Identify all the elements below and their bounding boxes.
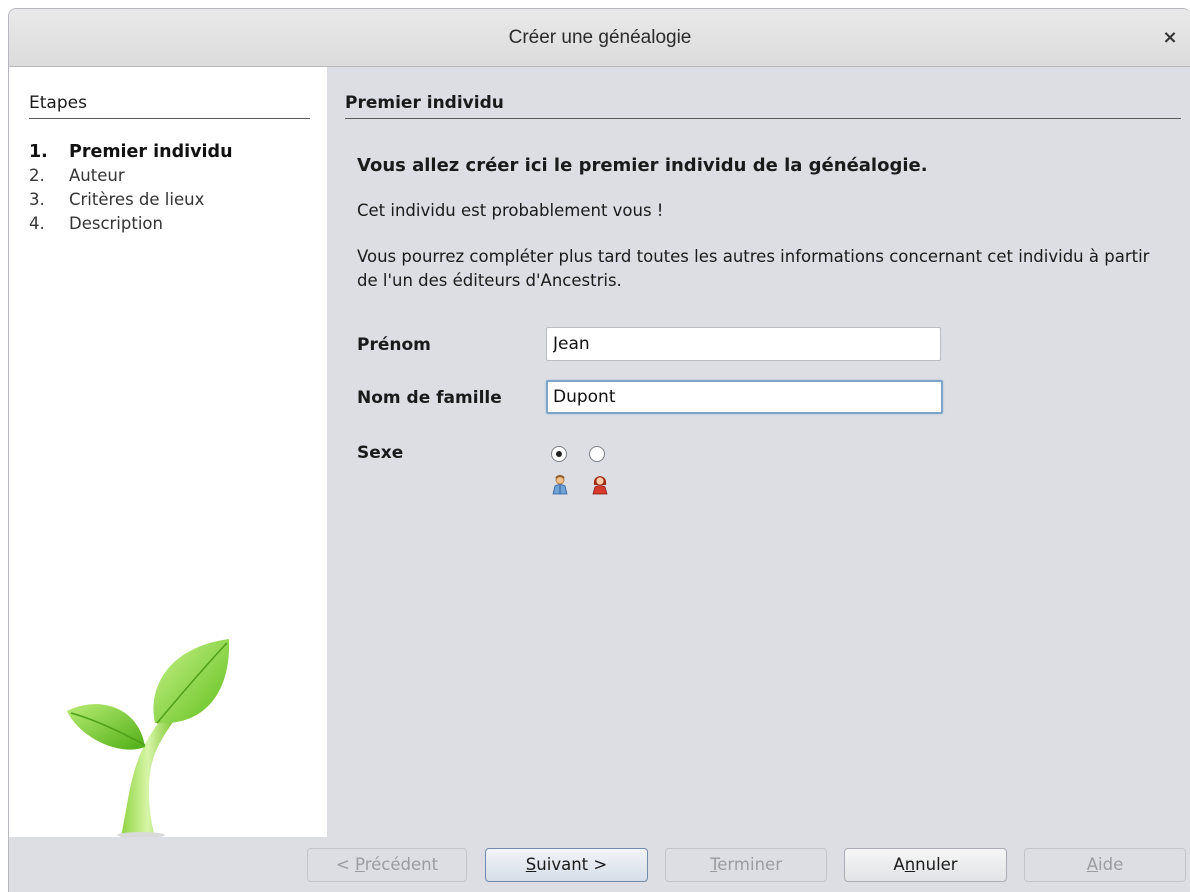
firstname-field[interactable] <box>546 327 941 361</box>
previous-button[interactable]: < Précédent <box>307 848 467 882</box>
sex-label: Sexe <box>357 443 404 463</box>
dialog-window: Créer une généalogie × Etapes 1. Premier … <box>8 8 1190 892</box>
close-icon[interactable]: × <box>1155 23 1185 53</box>
step-item: 1. Premier individu <box>29 142 233 162</box>
help-button[interactable]: Aide <box>1024 848 1186 882</box>
sex-female-radio[interactable] <box>589 446 605 462</box>
next-button[interactable]: Suivant > <box>485 848 648 882</box>
lastname-field[interactable] <box>546 380 943 414</box>
male-icon <box>552 475 568 495</box>
intro-text: Cet individu est probablement vous ! <box>357 201 664 220</box>
female-icon <box>592 476 608 495</box>
button-bar: < Précédent Suivant > Terminer Annuler A… <box>9 837 1190 892</box>
finish-button[interactable]: Terminer <box>665 848 827 882</box>
section-title: Premier individu <box>345 93 1181 119</box>
title-bar: Créer une généalogie × <box>9 9 1190 67</box>
dialog-title: Créer une généalogie <box>508 27 692 48</box>
step-item: 4. Description <box>29 214 163 233</box>
sprout-plant-image <box>67 639 230 837</box>
steps-sidebar: Etapes 1. Premier individu 2. Auteur 3. Cri… <box>9 67 327 837</box>
steps-heading: Etapes <box>29 93 310 119</box>
lastname-label: Nom de famille <box>357 388 502 408</box>
step-item: 3. Critères de lieux <box>29 190 205 209</box>
firstname-label: Prénom <box>357 335 431 355</box>
step-item: 2. Auteur <box>29 166 125 185</box>
intro-heading: Vous allez créer ici le premier individu… <box>357 155 928 176</box>
sex-male-radio[interactable] <box>551 446 567 462</box>
steps-list: 1. Premier individu 2. Auteur 3. Critères d… <box>29 140 233 236</box>
cancel-button[interactable]: Annuler <box>844 848 1007 882</box>
intro-details: Vous pourrez compléter plus tard toutes … <box>357 247 1150 290</box>
content-panel: Premier individu Vous allez créer ici le… <box>327 67 1190 837</box>
